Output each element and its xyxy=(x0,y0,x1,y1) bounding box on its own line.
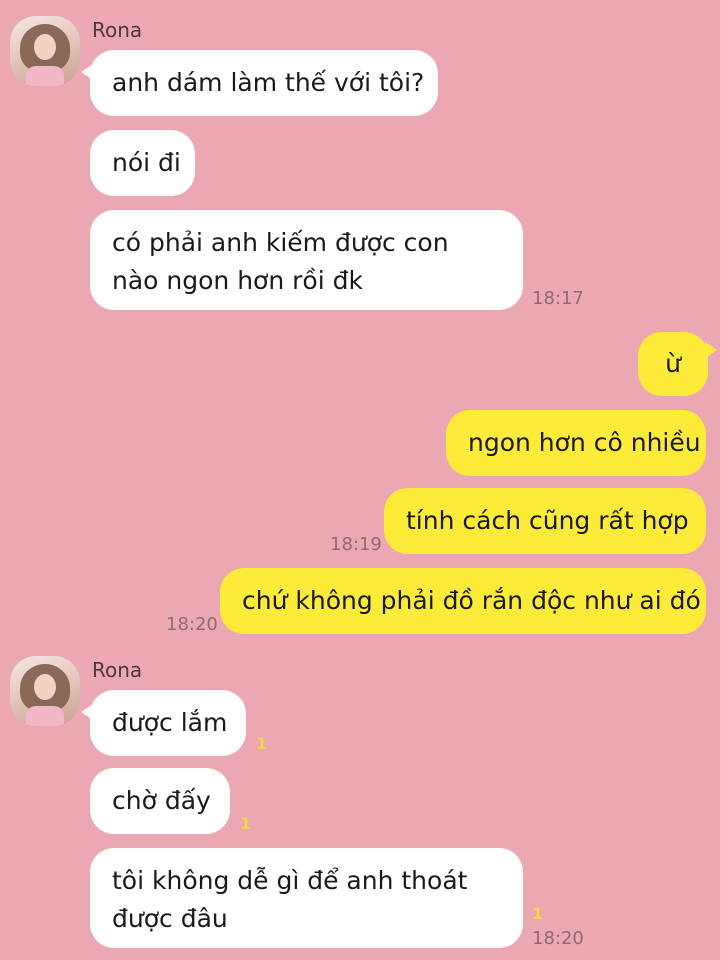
sender-name: Rona xyxy=(92,658,143,682)
message-timestamp: 18:20 xyxy=(166,614,218,635)
outgoing-message[interactable]: ngon hơn cô nhiều xyxy=(446,410,706,476)
outgoing-message[interactable]: tính cách cũng rất hợp xyxy=(384,488,706,554)
avatar-face xyxy=(34,674,56,700)
incoming-message[interactable]: có phải anh kiếm được con nào ngon hơn r… xyxy=(90,210,523,310)
avatar[interactable] xyxy=(10,656,80,726)
incoming-message[interactable]: được lắm xyxy=(81,690,246,756)
avatar-face xyxy=(34,34,56,60)
incoming-message[interactable]: nói đi xyxy=(90,130,195,196)
incoming-message[interactable]: anh dám làm thế với tôi? xyxy=(81,50,438,116)
avatar-clothing xyxy=(26,706,64,726)
message-timestamp: 18:20 xyxy=(532,928,584,949)
avatar-clothing xyxy=(26,66,64,86)
sender-name: Rona xyxy=(92,18,143,42)
incoming-message[interactable]: chờ đấy xyxy=(90,768,230,834)
read-count: 1 xyxy=(532,904,544,923)
message-timestamp: 18:19 xyxy=(330,534,382,555)
outgoing-message[interactable]: chứ không phải đồ rắn độc như ai đó xyxy=(220,568,706,634)
read-count: 1 xyxy=(240,814,252,833)
read-count: 1 xyxy=(256,734,268,753)
incoming-message[interactable]: tôi không dễ gì để anh thoát được đâu xyxy=(90,848,523,948)
outgoing-message[interactable]: ừ xyxy=(638,332,717,396)
message-timestamp: 18:17 xyxy=(532,288,584,309)
message-text: tôi không dễ gì để anh thoát được đâu xyxy=(112,866,468,933)
message-text: có phải anh kiếm được con nào ngon hơn r… xyxy=(112,228,449,295)
avatar[interactable] xyxy=(10,16,80,86)
